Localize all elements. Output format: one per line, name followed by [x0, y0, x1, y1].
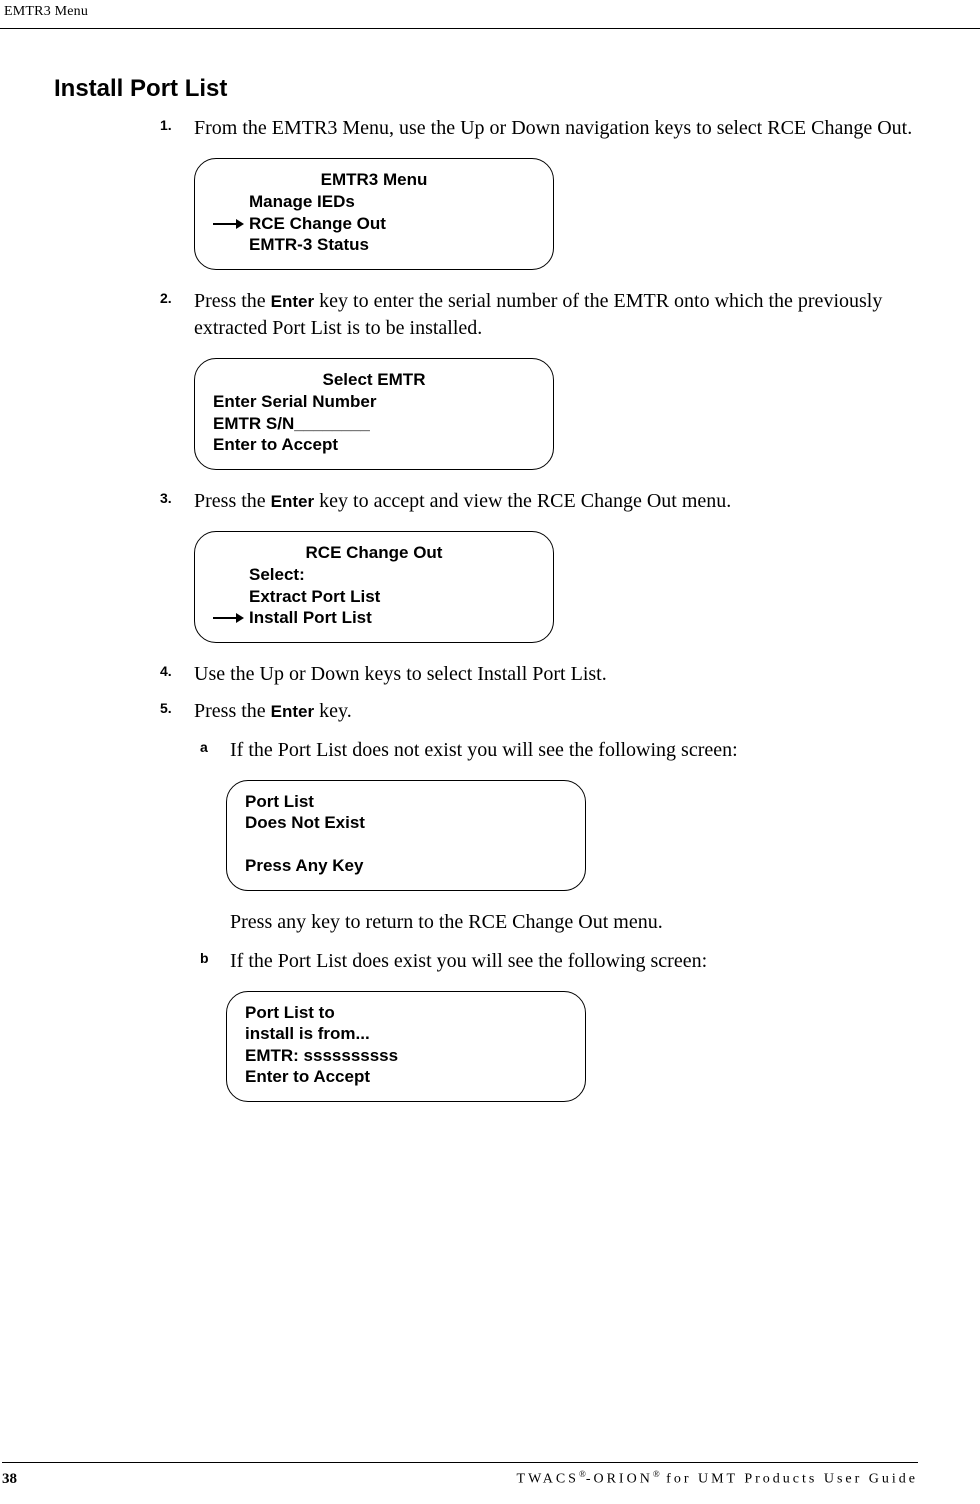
screen-line: EMTR: ssssssssss: [245, 1045, 567, 1066]
page-footer: 38 TWACS®-ORION® for UMT Products User G…: [0, 1462, 980, 1488]
header-rule: [0, 28, 980, 29]
arrow-icon: [213, 219, 245, 229]
substep-text: If the Port List does not exist you will…: [230, 737, 918, 764]
screen-line: Press Any Key: [245, 855, 567, 876]
screen-line: RCE Change Out: [213, 213, 535, 234]
step-5: 5. Press the Enter key. a If the Port Li…: [194, 698, 918, 1102]
screen-title: EMTR3 Menu: [213, 169, 535, 190]
lcd-screen: RCE Change Out Select: Extract Port List…: [194, 531, 554, 643]
lcd-screen: Select EMTR Enter Serial Number EMTR S/N…: [194, 358, 554, 470]
screen-line: Enter to Accept: [245, 1066, 567, 1087]
screen-line: Select:: [213, 564, 535, 585]
step-number: 1.: [160, 117, 172, 133]
screen-line: Enter Serial Number: [213, 391, 535, 412]
substep-a: a If the Port List does not exist you wi…: [230, 737, 918, 936]
step-number: 2.: [160, 290, 172, 306]
substep-letter: b: [200, 950, 209, 966]
screen-line: Install Port List: [213, 607, 535, 628]
step-4: 4. Use the Up or Down keys to select Ins…: [194, 661, 918, 688]
screen-line: Extract Port List: [213, 586, 535, 607]
screen-line: Does Not Exist: [245, 812, 567, 833]
screen-title: Select EMTR: [213, 369, 535, 390]
step-number: 3.: [160, 490, 172, 506]
section-heading: Install Port List: [54, 75, 918, 103]
step-3: 3. Press the Enter key to accept and vie…: [194, 488, 918, 643]
screen-line: EMTR-3 Status: [213, 234, 535, 255]
arrow-icon: [213, 613, 245, 623]
footer-rule: [2, 1462, 918, 1463]
lcd-screen: EMTR3 Menu Manage IEDs RCE Change Out EM…: [194, 158, 554, 270]
lcd-screen: Port List to install is from... EMTR: ss…: [226, 991, 586, 1102]
substep-letter: a: [200, 739, 208, 755]
screen-line: Manage IEDs: [213, 191, 535, 212]
substep-text: If the Port List does exist you will see…: [230, 948, 918, 975]
step-text: Use the Up or Down keys to select Instal…: [194, 661, 918, 688]
step-text: Press the Enter key to accept and view t…: [194, 488, 918, 515]
step-1: 1. From the EMTR3 Menu, use the Up or Do…: [194, 115, 918, 270]
screen-line: Port List to: [245, 1002, 567, 1023]
screen-title: RCE Change Out: [213, 542, 535, 563]
step-text: From the EMTR3 Menu, use the Up or Down …: [194, 115, 918, 142]
footer-title: TWACS®-ORION® for UMT Products User Guid…: [517, 1469, 918, 1488]
substep-b: b If the Port List does exist you will s…: [230, 948, 918, 1102]
substep-after-text: Press any key to return to the RCE Chang…: [230, 909, 918, 936]
running-header: EMTR3 Menu: [2, 4, 918, 20]
step-number: 5.: [160, 700, 172, 716]
screen-line: EMTR S/N________: [213, 413, 535, 434]
step-number: 4.: [160, 663, 172, 679]
step-2: 2. Press the Enter key to enter the seri…: [194, 288, 918, 470]
lcd-screen: Port List Does Not Exist Press Any Key: [226, 780, 586, 891]
step-text: Press the Enter key to enter the serial …: [194, 288, 918, 342]
screen-line: Enter to Accept: [213, 434, 535, 455]
screen-line: Port List: [245, 791, 567, 812]
page-number: 38: [2, 1471, 17, 1488]
step-text: Press the Enter key.: [194, 698, 918, 725]
screen-line: [245, 834, 567, 855]
screen-line: install is from...: [245, 1023, 567, 1044]
